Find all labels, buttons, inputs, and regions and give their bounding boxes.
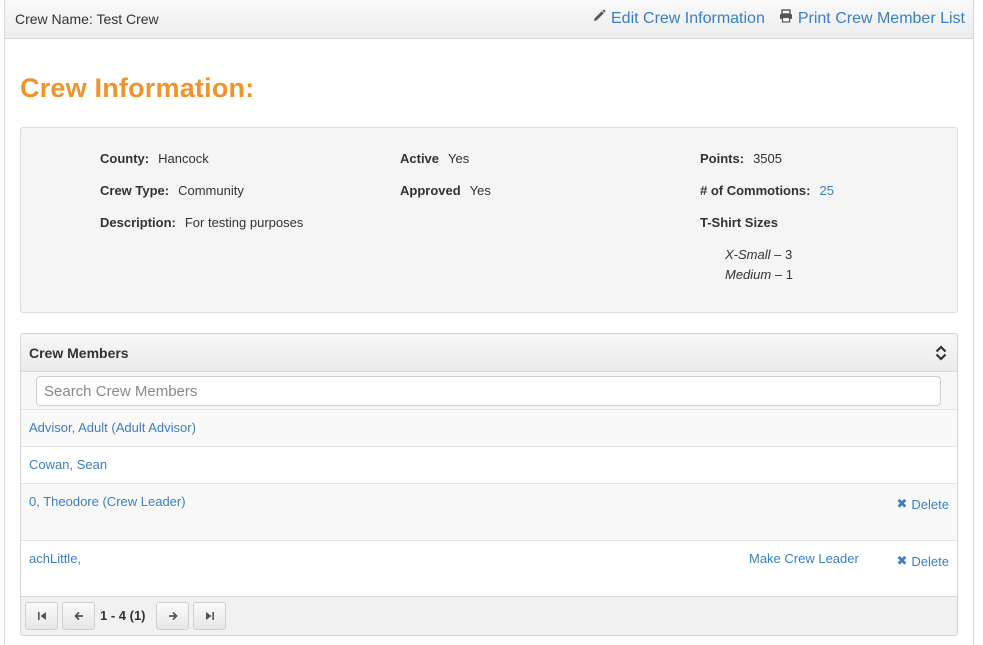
print-crew-member-list-label: Print Crew Member List (797, 9, 965, 27)
commotions-label: # of Commotions: (700, 183, 811, 198)
top-actions: Edit Crew Information Print Crew Member … (592, 9, 965, 28)
make-crew-leader-link[interactable]: Make Crew Leader (749, 551, 859, 566)
arrow-right-icon (168, 611, 178, 621)
crew-name-heading: Crew Name: Test Crew (15, 11, 159, 27)
county-value: Hancock (158, 151, 209, 166)
section-title: Crew Information: (20, 73, 255, 103)
tshirt-size-count: 1 (785, 267, 793, 282)
crew-type-field: Crew Type: Community (100, 183, 244, 198)
pencil-icon (592, 9, 606, 28)
pagination-info: 1 - 4 (1) (100, 608, 146, 623)
tshirt-size-name: Medium (725, 267, 772, 282)
edit-crew-information-link[interactable]: Edit Crew Information (592, 9, 765, 28)
tshirt-size-row: Medium – 1 (725, 265, 793, 285)
pagination-bar: 1 - 4 (1) (21, 596, 957, 635)
first-page-button[interactable] (25, 602, 58, 630)
last-page-icon (205, 612, 214, 620)
points-field: Points: 3505 (700, 151, 782, 166)
description-label: Description: (100, 215, 176, 230)
edit-crew-information-label: Edit Crew Information (611, 9, 765, 27)
member-row: Cowan, Sean (21, 447, 957, 484)
description-field: Description: For testing purposes (100, 215, 303, 230)
active-field: Active Yes (400, 151, 469, 166)
crew-type-value: Community (178, 183, 244, 198)
delete-member-button[interactable]: ✖ Delete (897, 496, 949, 512)
member-name-link[interactable]: Cowan, Sean (29, 457, 107, 472)
printer-icon (779, 9, 793, 28)
crew-info-panel: County: Hancock Crew Type: Community Descr… (20, 127, 958, 313)
tshirt-sizes-list: X-Small – 3 Medium – 1 (725, 245, 793, 285)
approved-value: Yes (469, 183, 491, 198)
crew-members-title: Crew Members (29, 345, 129, 361)
crew-members-panel: Crew Members Advisor, Adult (Adult Advis… (20, 333, 958, 636)
crew-members-header: Crew Members (21, 334, 957, 372)
approved-field: Approved Yes (400, 183, 491, 198)
delete-member-button[interactable]: ✖ Delete (897, 553, 949, 569)
approved-label: Approved (400, 183, 461, 198)
tshirt-size-name: X-Small (725, 247, 771, 262)
arrow-left-icon (73, 611, 83, 621)
county-field: County: Hancock (100, 151, 209, 166)
delete-icon: ✖ (896, 553, 908, 568)
description-value: For testing purposes (184, 215, 304, 230)
tshirt-size-row: X-Small – 3 (725, 245, 793, 265)
commotions-count-link[interactable]: 25 (820, 183, 834, 198)
points-label: Points: (700, 151, 745, 166)
delete-label: Delete (911, 496, 949, 512)
previous-page-button[interactable] (62, 602, 95, 630)
print-crew-member-list-link[interactable]: Print Crew Member List (779, 9, 965, 28)
member-row: 0, Theodore (Crew Leader) ✖ Delete (21, 484, 957, 541)
first-page-icon (37, 612, 46, 620)
crew-name-label: Crew Name: (15, 11, 93, 27)
crew-name-value: Test Crew (96, 11, 159, 27)
sort-toggle-icon[interactable] (935, 345, 947, 361)
member-name-link[interactable]: achLittle, (29, 551, 81, 566)
top-bar: Crew Name: Test Crew Edit Crew Informati… (4, 0, 974, 39)
active-value: Yes (448, 151, 470, 166)
active-label: Active (400, 151, 440, 166)
delete-label: Delete (911, 553, 949, 569)
member-name-link[interactable]: 0, Theodore (Crew Leader) (29, 494, 186, 509)
tshirt-size-separator: – (770, 247, 785, 262)
tshirt-sizes-label: T-Shirt Sizes (700, 215, 779, 230)
member-name-link[interactable]: Advisor, Adult (Adult Advisor) (29, 420, 196, 435)
delete-icon: ✖ (896, 496, 908, 511)
crew-type-label: Crew Type: (100, 183, 170, 198)
county-label: County: (100, 151, 150, 166)
commotions-field: # of Commotions: 25 (700, 183, 834, 198)
tshirt-size-separator: – (771, 267, 786, 282)
search-row (21, 372, 957, 410)
member-row: Advisor, Adult (Adult Advisor) (21, 410, 957, 447)
tshirt-size-count: 3 (784, 247, 793, 262)
points-value: 3505 (753, 151, 782, 166)
search-crew-members-input[interactable] (36, 376, 941, 406)
next-page-button[interactable] (156, 602, 189, 630)
tshirt-sizes-field: T-Shirt Sizes (700, 215, 787, 230)
member-row: achLittle, Make Crew Leader ✖ Delete (21, 541, 957, 598)
last-page-button[interactable] (193, 602, 226, 630)
